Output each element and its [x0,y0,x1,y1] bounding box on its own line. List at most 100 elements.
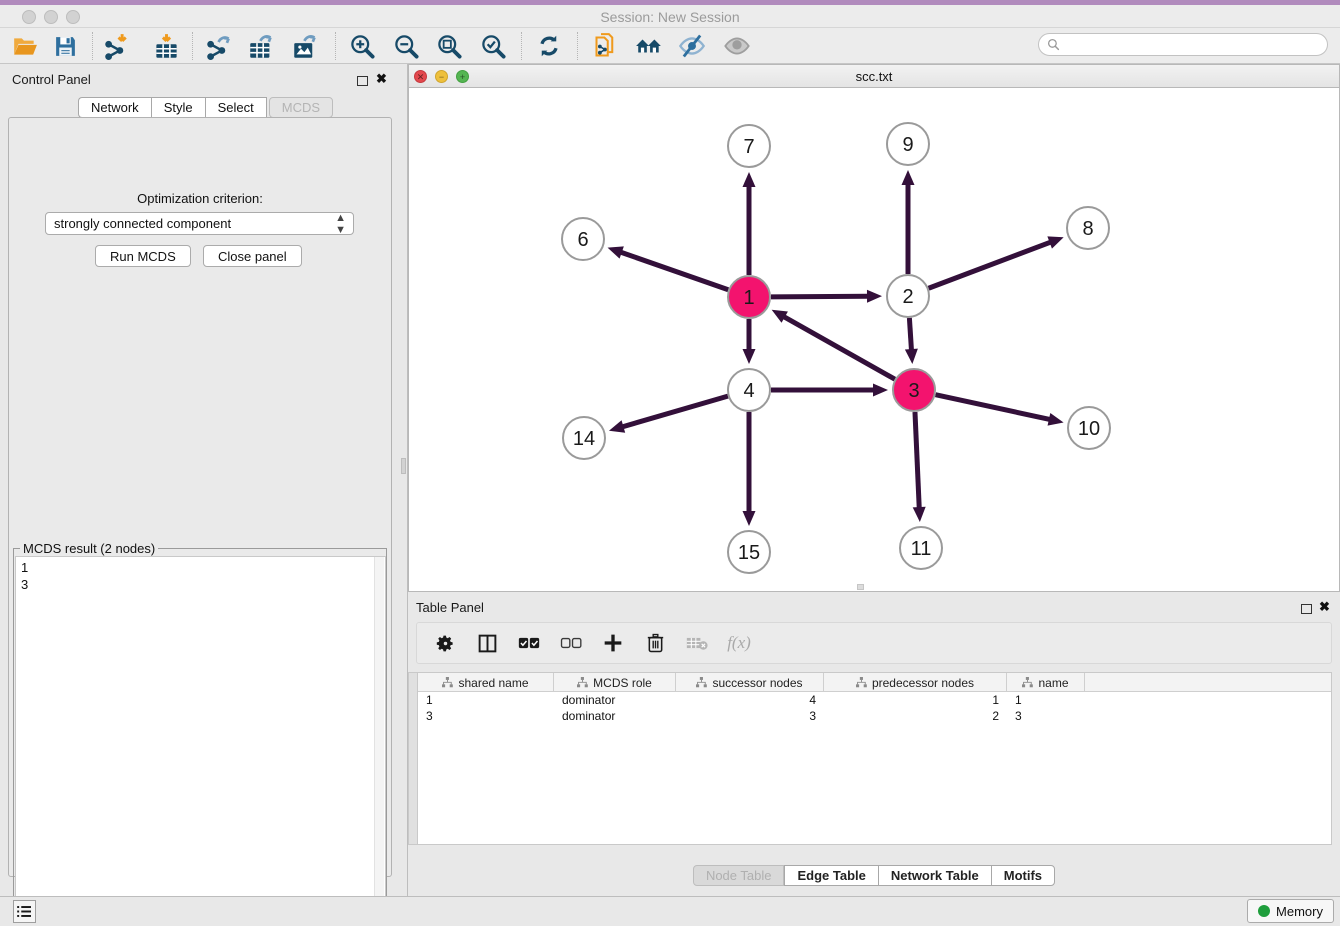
open-session-button[interactable] [6,31,44,61]
table-settings-button[interactable] [431,630,459,656]
task-history-button[interactable] [13,900,36,923]
graph-edge-1-2[interactable] [771,296,869,297]
table-cell[interactable]: 1 [418,692,554,708]
zoom-in-button[interactable] [343,31,381,61]
column-header-shared-name[interactable]: shared name [418,673,554,692]
hide-selected-button[interactable] [673,31,711,61]
tab-mcds[interactable]: MCDS [269,97,333,118]
table-tabs: Node Table Edge Table Network Table Moti… [408,865,1340,886]
toolbar-separator [92,32,93,60]
table-panel-float-button[interactable] [1301,601,1312,619]
table-row[interactable]: 3dominator323 [418,708,1331,724]
graph-node-label-15: 15 [738,542,760,564]
panel-splitter[interactable] [400,64,408,896]
import-table-icon [153,33,180,60]
tab-edge-table[interactable]: Edge Table [784,865,877,886]
export-network-button[interactable] [199,31,237,61]
table-row[interactable]: 1dominator411 [418,692,1331,708]
table-cell[interactable]: 3 [418,708,554,724]
tab-select[interactable]: Select [205,97,267,118]
graph-edge-3-1[interactable] [783,316,895,379]
table-body: 1dominator4113dominator323 [418,692,1331,724]
table-cell[interactable]: 2 [824,708,1007,724]
graph-edge-arrowhead [873,384,888,397]
mcds-result-scrollbar[interactable] [374,557,384,923]
search-input[interactable] [1064,38,1314,52]
refresh-icon [536,33,562,59]
deselect-all-button[interactable] [557,630,585,656]
control-panel-float-button[interactable] [357,73,368,91]
column-header-MCDS-role[interactable]: MCDS role [554,673,676,692]
show-all-button[interactable] [718,31,756,61]
tab-network-table[interactable]: Network Table [878,865,991,886]
graph-edge-arrowhead [743,172,756,187]
plus-icon [603,633,623,653]
table-cell[interactable]: dominator [554,708,676,724]
export-table-button[interactable] [242,31,280,61]
table-cell[interactable]: dominator [554,692,676,708]
checked-boxes-icon [518,636,540,650]
float-icon [1301,604,1312,614]
run-mcds-button[interactable]: Run MCDS [95,245,191,267]
open-folder-icon [12,33,38,59]
first-neighbors-button[interactable] [630,31,668,61]
zoom-selected-button[interactable] [474,31,512,61]
graph-edge-arrowhead [902,170,915,185]
mcds-result-text[interactable]: 1 3 [15,556,386,924]
memory-button[interactable]: Memory [1247,899,1334,923]
graph-edge-4-14[interactable] [621,396,727,427]
export-image-icon [292,33,319,60]
criterion-select[interactable]: strongly connected component ▲▼ [45,212,354,235]
control-panel-close-button[interactable]: ✖ [376,71,387,87]
graph-edge-arrowhead [1048,413,1064,426]
graph-edge-arrowhead [913,507,926,522]
control-panel: Control Panel ✖ Network Style Select MCD… [0,64,400,896]
tab-network[interactable]: Network [78,97,151,118]
save-session-button[interactable] [46,31,84,61]
fx-icon: f(x) [727,633,751,653]
graph-edge-3-10[interactable] [935,395,1050,420]
zoom-out-button[interactable] [387,31,425,61]
zoom-fit-icon [436,33,463,60]
column-header-predecessor-nodes[interactable]: predecessor nodes [824,673,1007,692]
refresh-layout-button[interactable] [530,31,568,61]
column-header-successor-nodes[interactable]: successor nodes [676,673,824,692]
add-column-button[interactable] [599,630,627,656]
import-network-button[interactable] [97,31,135,61]
control-panel-tabs: Network Style Select MCDS [78,97,333,118]
graph-node-label-3: 3 [908,380,919,402]
import-network-icon [103,33,130,60]
table-cell[interactable]: 1 [1007,692,1085,708]
select-stepper-icon: ▲▼ [335,212,345,236]
graph-edge-arrowhead [608,246,624,258]
save-icon [53,34,78,59]
export-image-button[interactable] [286,31,324,61]
graph-edge-2-3[interactable] [909,318,911,351]
tab-style[interactable]: Style [151,97,205,118]
zoom-fit-button[interactable] [430,31,468,61]
table-cell[interactable]: 1 [824,692,1007,708]
table-cell[interactable]: 3 [1007,708,1085,724]
tab-motifs[interactable]: Motifs [991,865,1055,886]
search-field[interactable] [1038,33,1328,56]
select-all-button[interactable] [515,630,543,656]
toggle-panes-button[interactable] [473,630,501,656]
graph-edge-2-8[interactable] [929,242,1052,288]
table-panel-close-button[interactable]: ✖ [1319,599,1330,615]
table-cell[interactable]: 4 [676,692,824,708]
table-cell[interactable]: 3 [676,708,824,724]
network-canvas[interactable]: 7968124314101511 [409,88,1339,591]
duplicate-network-button[interactable] [586,31,624,61]
tab-node-table[interactable]: Node Table [693,865,785,886]
graph-edge-3-11[interactable] [915,412,919,509]
graph-edge-1-6[interactable] [620,252,728,290]
column-header-name[interactable]: name [1007,673,1085,692]
close-panel-button[interactable]: Close panel [203,245,302,267]
search-icon [1047,38,1060,51]
graph-node-label-14: 14 [573,428,595,450]
toolbar-separator [192,32,193,60]
network-resize-handle[interactable] [857,584,864,590]
delete-column-button[interactable] [641,630,669,656]
import-table-button[interactable] [147,31,185,61]
network-window: ✕ − + scc.txt 7968124314101511 [408,64,1340,592]
